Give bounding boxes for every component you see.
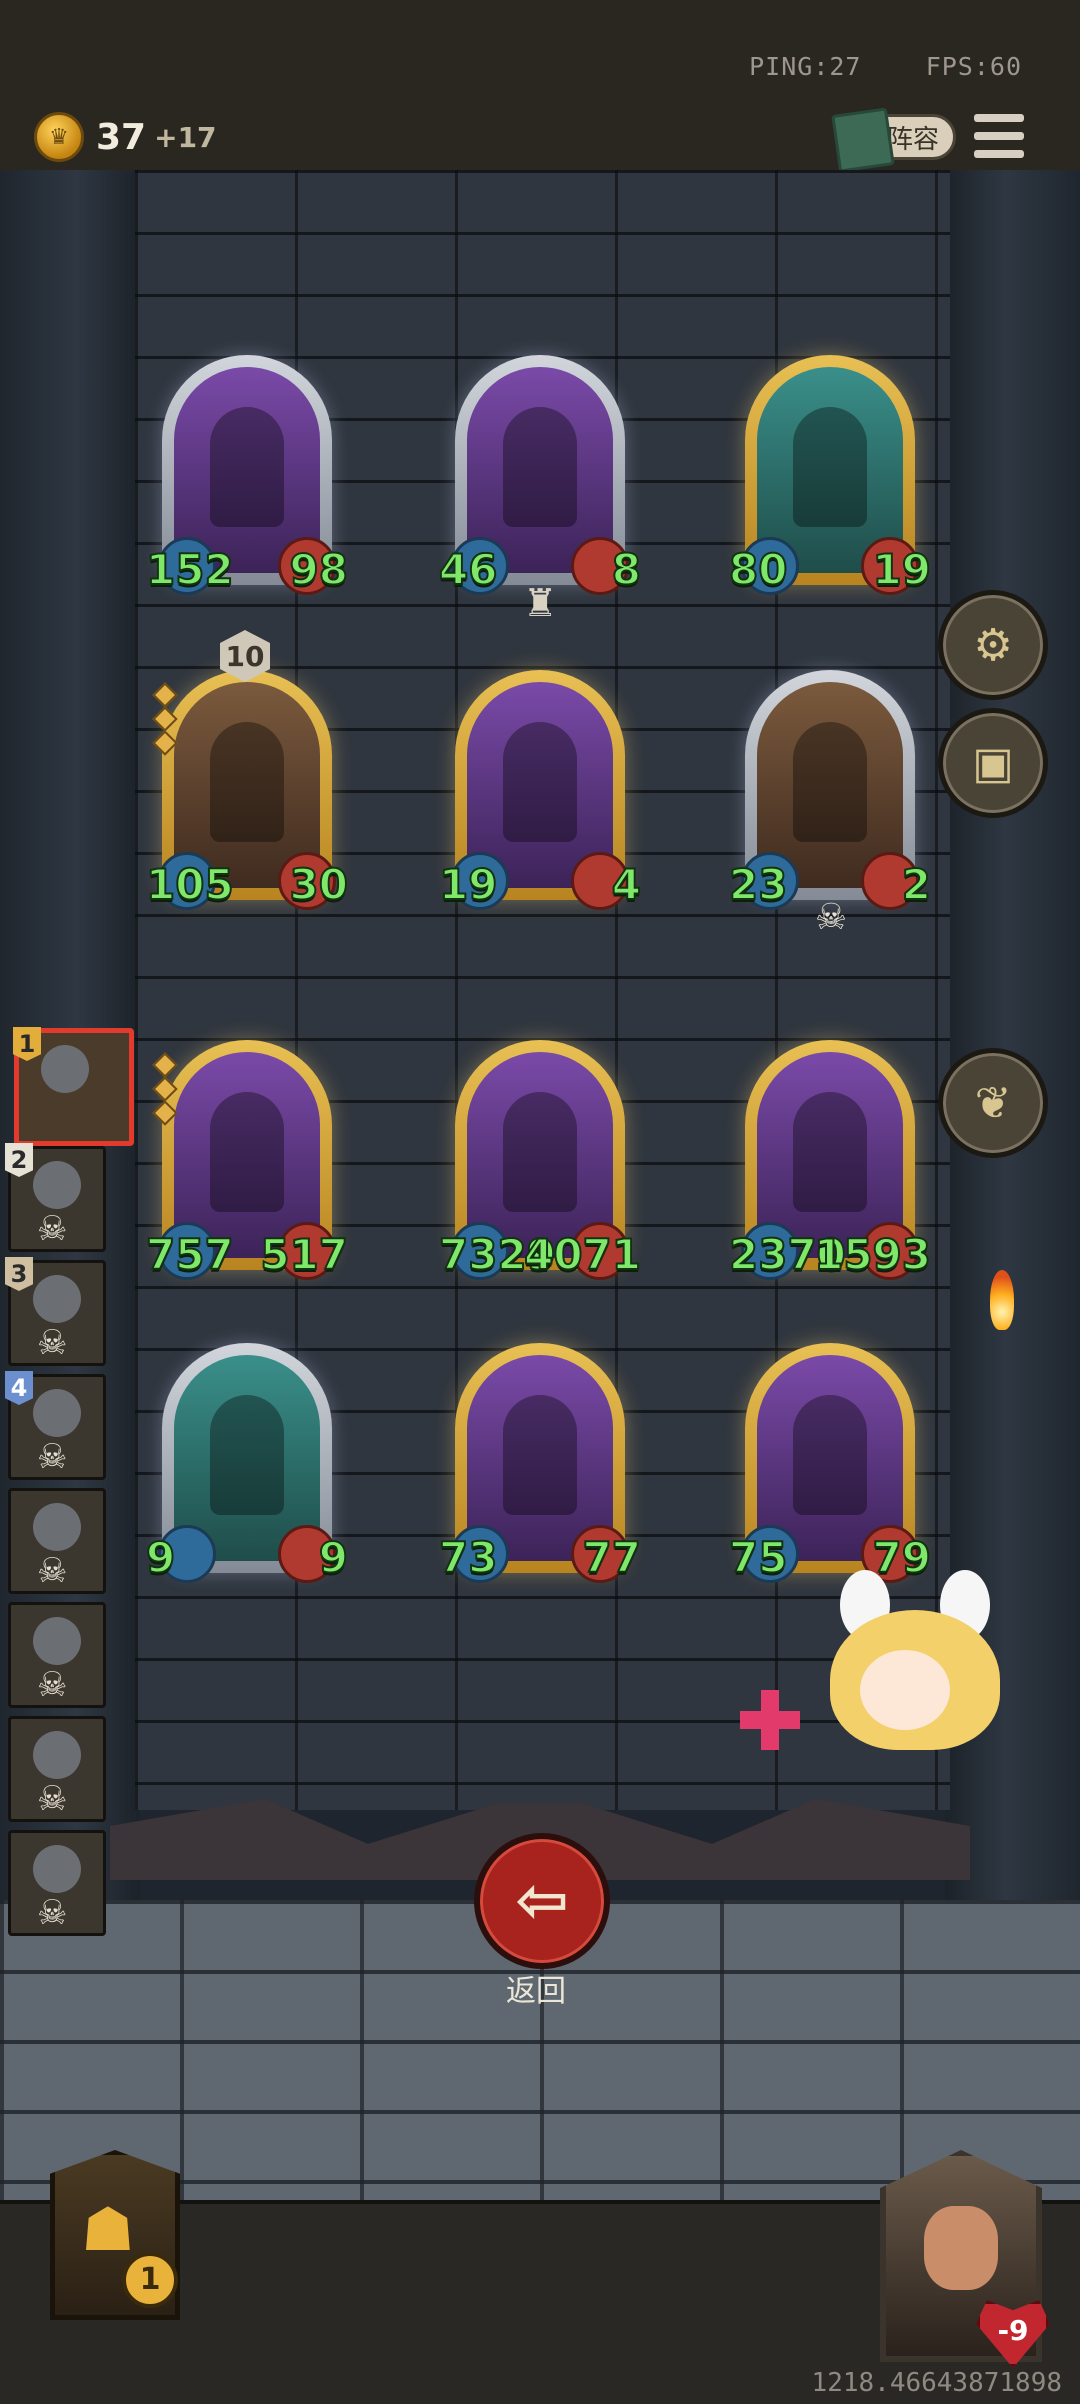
board-unit[interactable]: 80 19 (728, 355, 932, 595)
skull-icon: ☠ (37, 1779, 68, 1819)
torch-flame (990, 1270, 1014, 1330)
unit-health: 517 (259, 1230, 349, 1279)
relic-branch-icon[interactable]: ❦ (938, 1048, 1048, 1158)
lineup-label: 阵容 (886, 124, 939, 155)
queue-slot[interactable]: 1 (13, 1027, 134, 1146)
board-unit[interactable]: 152 98 (145, 355, 349, 595)
board-unit[interactable]: 9 9 (145, 1343, 349, 1583)
menu-button[interactable] (974, 114, 1024, 158)
unit-attack: 23 (728, 860, 788, 909)
skull-icon: ☠ (814, 897, 848, 938)
hero-count-badge: 1 (122, 2252, 178, 2308)
hero-power-icon: ☗ (81, 2195, 135, 2265)
unit-attack: 73 (438, 1533, 498, 1582)
board-unit[interactable]: 46 8 ♜ (438, 355, 642, 623)
crown-icon: ♜ (522, 581, 558, 625)
queue-slot[interactable]: 4 ☠ (5, 1371, 106, 1480)
board-unit[interactable]: 75 79 (728, 1343, 932, 1583)
queue-slot[interactable]: 2 ☠ (5, 1143, 106, 1252)
unit-health: 98 (289, 545, 349, 594)
book-icon (831, 107, 895, 173)
unit-health: 4 (611, 860, 642, 909)
fps-label: FPS:60 (925, 52, 1022, 81)
queue-number: 1 (13, 1027, 41, 1061)
queue-number: 3 (5, 1257, 33, 1291)
board-unit[interactable]: 19 4 (438, 670, 642, 910)
network-stats: PING:27 FPS:60 (749, 52, 1022, 81)
queue-slot[interactable]: ☠ (8, 1830, 106, 1936)
unit-attack: 46 (438, 545, 498, 594)
top-bar: PING:27 FPS:60 ♛ 37 +17 阵容 (0, 0, 1080, 173)
ping-label: PING:27 (749, 52, 862, 81)
gold-amount: 37 (96, 116, 147, 158)
unit-health: 30 (289, 860, 349, 909)
gold-income: +17 (154, 120, 217, 154)
skull-icon: ☠ (37, 1209, 68, 1249)
unit-health: 19 (872, 545, 932, 594)
opponent-avatar (33, 1275, 81, 1323)
queue-number: 2 (5, 1143, 33, 1177)
opponent-avatar (33, 1503, 81, 1551)
unit-attack: 757 (145, 1230, 235, 1279)
skull-icon: ☠ (37, 1551, 68, 1591)
queue-number: 4 (5, 1371, 33, 1405)
unit-health: 2 (901, 860, 932, 909)
tier-marks (152, 682, 178, 756)
board-unit[interactable]: 73 77 (438, 1343, 642, 1583)
skull-icon: ☠ (37, 1323, 68, 1363)
gold-coin-icon: ♛ (34, 112, 84, 162)
queue-slot[interactable]: ☠ (8, 1716, 106, 1822)
unit-health: 1593 (813, 1230, 932, 1279)
unit-attack: 9 (145, 1533, 176, 1582)
unit-attack: 105 (145, 860, 235, 909)
unit-attack: 152 (145, 545, 235, 594)
cross-wand-icon (740, 1690, 800, 1750)
unit-health: 8 (611, 545, 642, 594)
enemy-avatar (924, 2206, 998, 2290)
board-unit[interactable]: 23 2 ☠ (728, 670, 932, 938)
queue-slot[interactable]: ☠ (8, 1488, 106, 1594)
back-button[interactable]: ⇦ (474, 1833, 610, 1969)
unit-attack: 19 (438, 860, 498, 909)
skull-icon: ☠ (37, 1893, 68, 1933)
coordinate-readout: 1218.46643871898 (811, 2368, 1062, 2398)
unit-health: 9 (318, 1533, 349, 1582)
opponent-avatar (33, 1731, 81, 1779)
arrow-left-icon: ⇦ (515, 1864, 569, 1938)
unit-health: 4071 (523, 1230, 642, 1279)
tier-marks (152, 1052, 178, 1126)
board-unit[interactable]: 7329 4071 (438, 1040, 642, 1280)
lineup-button[interactable]: 阵容 (831, 107, 956, 173)
board-unit[interactable]: 757 517 (145, 1040, 349, 1280)
queue-slot[interactable]: 3 ☠ (5, 1257, 106, 1366)
gold-display: ♛ 37 +17 (34, 112, 217, 162)
opponent-avatar (33, 1389, 81, 1437)
board-unit[interactable]: 2370 1593 (728, 1040, 932, 1280)
back-label: 返回 (506, 1974, 566, 2009)
skull-icon: ☠ (37, 1437, 68, 1477)
opponent-avatar (33, 1161, 81, 1209)
relic-card-icon[interactable]: ▣ (938, 708, 1048, 818)
skull-icon: ☠ (37, 1665, 68, 1705)
opponent-avatar (33, 1845, 81, 1893)
menu-icon (974, 114, 1024, 122)
board-unit[interactable]: 10 105 30 (145, 630, 349, 910)
unit-health: 77 (582, 1533, 642, 1582)
relic-drill-icon[interactable]: ⚙ (938, 590, 1048, 700)
treasure-icon (41, 1045, 89, 1093)
fairy-mascot (740, 1570, 1060, 1830)
queue-slot[interactable]: ☠ (8, 1602, 106, 1708)
opponent-avatar (33, 1617, 81, 1665)
unit-attack: 80 (728, 545, 788, 594)
